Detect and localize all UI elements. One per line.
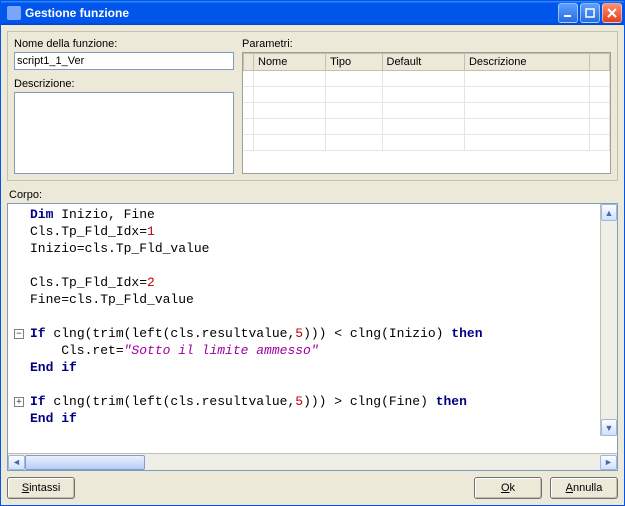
minimize-icon [563,8,573,18]
titlebar[interactable]: Gestione funzione [1,1,624,25]
params-label: Parametri: [242,38,611,50]
table-row[interactable] [244,71,610,87]
content-area: Nome della funzione: Descrizione: Parame… [1,25,624,505]
scroll-right-icon[interactable]: ► [600,455,617,470]
fold-collapse-icon[interactable]: − [14,329,24,339]
func-name-input[interactable] [14,52,234,70]
app-icon [7,6,21,20]
horizontal-scrollbar[interactable]: ◄ ► [8,453,617,470]
window-title: Gestione funzione [25,6,558,20]
params-grid[interactable]: NomeTipoDefaultDescrizione [242,52,611,174]
table-row[interactable] [244,87,610,103]
right-column: Parametri: NomeTipoDefaultDescrizione [242,38,611,174]
scroll-down-icon[interactable]: ▼ [601,419,617,436]
window: Gestione funzione Nome della funzione: D… [0,0,625,506]
scrollbar-thumb[interactable] [25,455,145,470]
func-name-label: Nome della funzione: [14,38,234,50]
table-row[interactable] [244,103,610,119]
button-row: Sintassi Ok Annulla [7,477,618,499]
close-icon [607,8,617,18]
cancel-button[interactable]: Annulla [550,477,618,499]
upper-panel: Nome della funzione: Descrizione: Parame… [7,31,618,181]
maximize-icon [585,8,595,18]
scroll-up-icon[interactable]: ▲ [601,204,617,221]
minimize-button[interactable] [558,3,578,23]
code-editor: −+ Dim Inizio, Fine Cls.Tp_Fld_Idx=1 Ini… [7,203,618,471]
vertical-scrollbar[interactable]: ▲ ▼ [600,204,617,436]
fold-gutter[interactable]: −+ [8,204,30,453]
column-header[interactable]: Descrizione [464,54,589,71]
scroll-left-icon[interactable]: ◄ [8,455,25,470]
column-header[interactable]: Nome [254,54,326,71]
column-header[interactable]: Default [382,54,464,71]
close-button[interactable] [602,3,622,23]
description-label: Descrizione: [14,78,234,90]
syntax-button[interactable]: Sintassi [7,477,75,499]
table-row[interactable] [244,135,610,151]
left-column: Nome della funzione: Descrizione: [14,38,234,174]
window-buttons [558,3,622,23]
maximize-button[interactable] [580,3,600,23]
table-row[interactable] [244,119,610,135]
code-text[interactable]: Dim Inizio, Fine Cls.Tp_Fld_Idx=1 Inizio… [30,204,617,453]
fold-expand-icon[interactable]: + [14,397,24,407]
column-header[interactable]: Tipo [326,54,382,71]
ok-button[interactable]: Ok [474,477,542,499]
body-label: Corpo: [9,189,618,201]
description-textarea[interactable] [14,92,234,174]
